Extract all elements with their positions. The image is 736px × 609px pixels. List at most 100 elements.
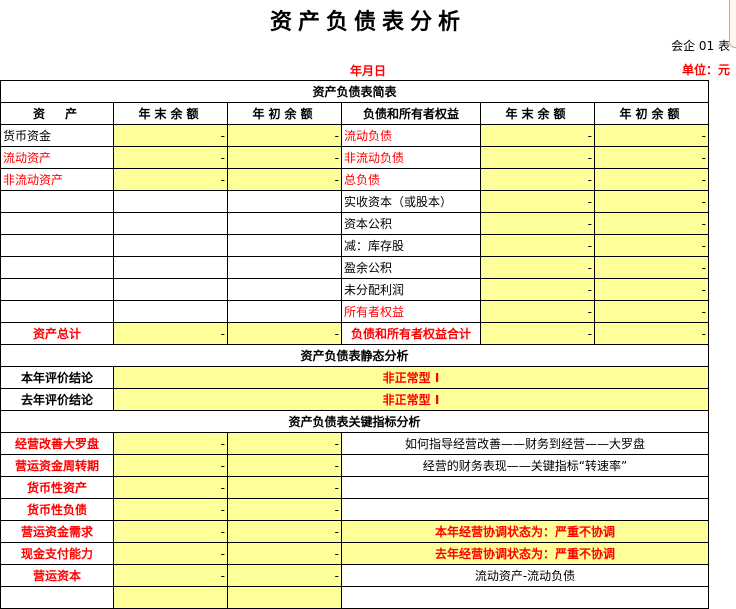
value-cell[interactable]: [227, 212, 342, 235]
conclusion-cell[interactable]: 非正常型 I: [113, 388, 709, 411]
value-cell[interactable]: -: [594, 146, 709, 169]
value-cell[interactable]: -: [113, 124, 228, 147]
value-cell[interactable]: -: [113, 168, 228, 191]
row-label[interactable]: 资产总计: [0, 322, 114, 345]
row-label[interactable]: 实收资本（或股本）: [341, 190, 481, 213]
column-header[interactable]: 年末余额: [113, 102, 228, 125]
value-cell[interactable]: -: [113, 476, 228, 499]
value-cell[interactable]: -: [113, 322, 228, 345]
comment-shape[interactable]: [729, 0, 736, 48]
row-label[interactable]: 货币性资产: [0, 476, 114, 499]
value-cell[interactable]: -: [113, 454, 228, 477]
row-label[interactable]: 资本公积: [341, 212, 481, 235]
column-header[interactable]: 年末余额: [480, 102, 595, 125]
value-cell[interactable]: [227, 234, 342, 257]
note-cell[interactable]: 如何指导经营改善——财务到经营——大罗盘: [341, 432, 709, 455]
row-label[interactable]: 流动负债: [341, 124, 481, 147]
value-cell[interactable]: -: [227, 476, 342, 499]
column-header[interactable]: 年初余额: [227, 102, 342, 125]
value-cell[interactable]: -: [480, 212, 595, 235]
value-cell[interactable]: [113, 278, 228, 301]
value-cell[interactable]: -: [480, 322, 595, 345]
value-cell[interactable]: -: [227, 146, 342, 169]
conclusion-cell[interactable]: 非正常型 I: [113, 366, 709, 389]
value-cell[interactable]: -: [480, 256, 595, 279]
value-cell[interactable]: -: [594, 168, 709, 191]
value-cell[interactable]: -: [227, 542, 342, 565]
value-cell[interactable]: [227, 190, 342, 213]
note-cell[interactable]: [341, 476, 709, 499]
row-label[interactable]: 营运资金需求: [0, 520, 114, 543]
note-cell[interactable]: 经营的财务表现——关键指标“转速率”: [341, 454, 709, 477]
row-label[interactable]: [0, 212, 114, 235]
value-cell[interactable]: [113, 234, 228, 257]
row-label[interactable]: 经营改善大罗盘: [0, 432, 114, 455]
value-cell[interactable]: -: [227, 520, 342, 543]
value-cell[interactable]: -: [594, 234, 709, 257]
note-cell[interactable]: [341, 498, 709, 521]
value-cell[interactable]: [227, 586, 342, 609]
value-cell[interactable]: -: [480, 278, 595, 301]
note-cell[interactable]: 本年经营协调状态为：严重不协调: [341, 520, 709, 543]
value-cell[interactable]: -: [113, 146, 228, 169]
row-label[interactable]: 非流动资产: [0, 168, 114, 191]
value-cell[interactable]: -: [594, 256, 709, 279]
value-cell[interactable]: -: [480, 146, 595, 169]
row-label[interactable]: [0, 278, 114, 301]
value-cell[interactable]: -: [113, 498, 228, 521]
value-cell[interactable]: -: [594, 322, 709, 345]
value-cell[interactable]: -: [594, 300, 709, 323]
value-cell[interactable]: [227, 278, 342, 301]
column-header[interactable]: 年初余额: [594, 102, 709, 125]
row-label[interactable]: 货币性负债: [0, 498, 114, 521]
note-cell[interactable]: 流动资产-流动负债: [341, 564, 709, 587]
value-cell[interactable]: -: [480, 300, 595, 323]
row-label[interactable]: 负债和所有者权益合计: [341, 322, 481, 345]
row-label[interactable]: 本年评价结论: [0, 366, 114, 389]
value-cell[interactable]: -: [227, 454, 342, 477]
value-cell[interactable]: [113, 212, 228, 235]
value-cell[interactable]: -: [480, 124, 595, 147]
value-cell[interactable]: -: [594, 124, 709, 147]
note-cell[interactable]: [341, 586, 709, 609]
row-label[interactable]: 营运资本: [0, 564, 114, 587]
value-cell[interactable]: -: [113, 432, 228, 455]
row-label[interactable]: 现金支付能力: [0, 542, 114, 565]
value-cell[interactable]: [113, 300, 228, 323]
value-cell[interactable]: -: [480, 168, 595, 191]
row-label[interactable]: 未分配利润: [341, 278, 481, 301]
section-header[interactable]: 资产负债表关键指标分析: [0, 410, 709, 433]
value-cell[interactable]: -: [113, 564, 228, 587]
section-header[interactable]: 资产负债表静态分析: [0, 344, 709, 367]
value-cell[interactable]: [227, 256, 342, 279]
value-cell[interactable]: [113, 190, 228, 213]
value-cell[interactable]: -: [227, 498, 342, 521]
value-cell[interactable]: [113, 256, 228, 279]
row-label[interactable]: [0, 234, 114, 257]
value-cell[interactable]: [113, 586, 228, 609]
row-label[interactable]: 总负债: [341, 168, 481, 191]
value-cell[interactable]: -: [480, 190, 595, 213]
row-label[interactable]: 去年评价结论: [0, 388, 114, 411]
value-cell[interactable]: -: [594, 278, 709, 301]
row-label[interactable]: [0, 586, 114, 609]
section-header[interactable]: 资产负债表简表: [0, 80, 709, 103]
column-header[interactable]: 资 产: [0, 102, 114, 125]
value-cell[interactable]: -: [227, 322, 342, 345]
value-cell[interactable]: [227, 300, 342, 323]
row-label[interactable]: [0, 300, 114, 323]
row-label[interactable]: [0, 190, 114, 213]
value-cell[interactable]: -: [594, 190, 709, 213]
row-label[interactable]: 减：库存股: [341, 234, 481, 257]
row-label[interactable]: 货币资金: [0, 124, 114, 147]
row-label[interactable]: [0, 256, 114, 279]
row-label[interactable]: 盈余公积: [341, 256, 481, 279]
value-cell[interactable]: -: [113, 520, 228, 543]
value-cell[interactable]: -: [227, 564, 342, 587]
row-label[interactable]: 非流动负债: [341, 146, 481, 169]
value-cell[interactable]: -: [227, 432, 342, 455]
value-cell[interactable]: -: [227, 124, 342, 147]
value-cell[interactable]: -: [480, 234, 595, 257]
row-label[interactable]: 所有者权益: [341, 300, 481, 323]
row-label[interactable]: 流动资产: [0, 146, 114, 169]
